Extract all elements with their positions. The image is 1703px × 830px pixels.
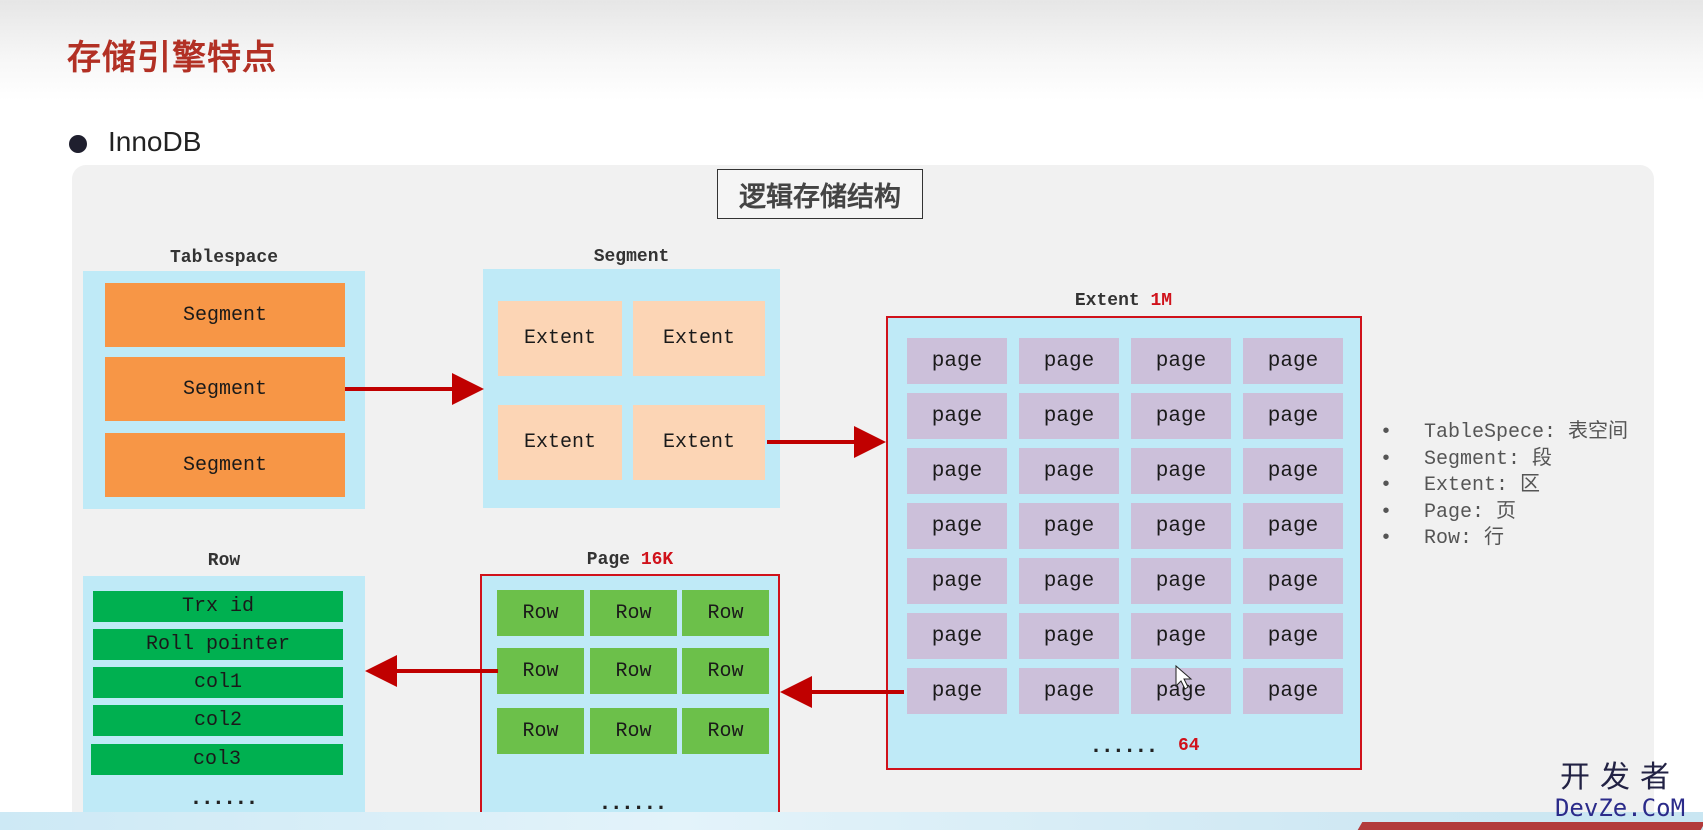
watermark-line1: 开发者 [1560,760,1680,795]
legend-item: TableSpece: 表空间 [1380,420,1628,447]
legend-item: Segment: 段 [1380,447,1628,474]
mouse-cursor-icon [1175,664,1193,690]
legend-item: Page: 页 [1380,500,1628,527]
watermark-line2: DevZe.CoM [1554,794,1686,822]
legend-item: Extent: 区 [1380,473,1628,500]
watermark-logo: 开发者 DevZe.CoM [1545,762,1695,824]
legend-item: Row: 行 [1380,526,1628,553]
connector-arrows [345,373,1193,708]
legend-list: TableSpece: 表空间 Segment: 段 Extent: 区 Pag… [1380,420,1628,553]
